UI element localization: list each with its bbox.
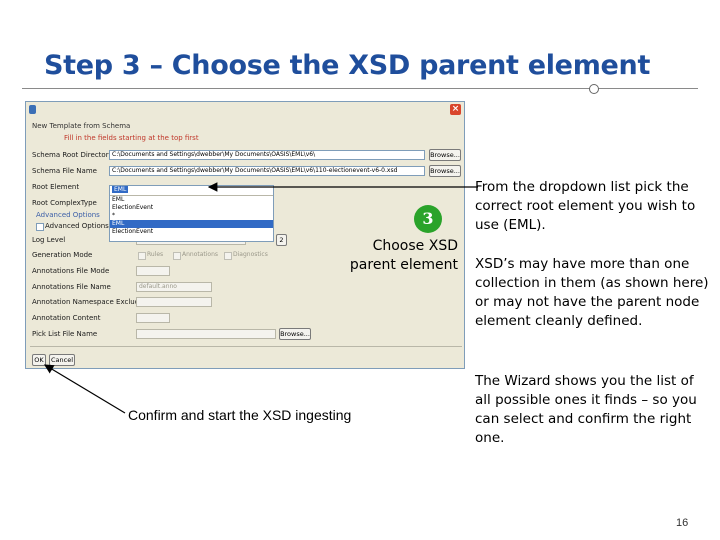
ok-button-arrow xyxy=(43,364,126,414)
collection-note: XSD’s may have more than one collection … xyxy=(475,256,709,329)
page-number: 16 xyxy=(676,517,689,529)
wizard-note: The Wizard shows you the list of all pos… xyxy=(475,373,697,446)
dropdown-note: From the dropdown list pick the correct … xyxy=(475,179,696,233)
